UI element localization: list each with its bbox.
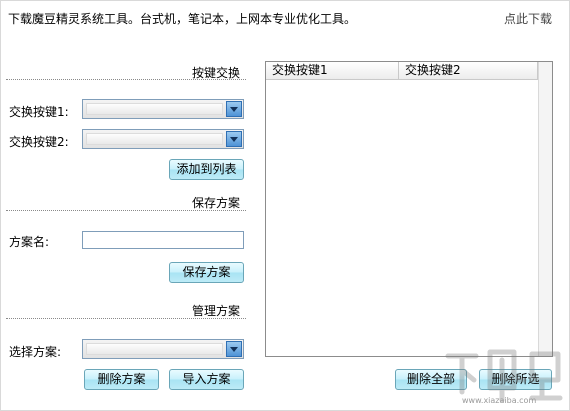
manage-scheme-divider [6, 318, 246, 319]
key2-value [86, 133, 223, 145]
download-link[interactable]: 点此下载 [504, 10, 552, 27]
key1-value [86, 103, 223, 115]
save-scheme-divider [6, 210, 246, 211]
delete-scheme-button[interactable]: 删除方案 [84, 369, 159, 390]
scheme-name-label: 方案名: [9, 235, 50, 249]
key2-combobox[interactable] [82, 129, 244, 149]
swap-list[interactable]: 交换按键1 交换按键2 [265, 61, 553, 357]
key1-combobox[interactable] [82, 99, 244, 119]
chevron-down-icon[interactable] [226, 341, 242, 357]
column-header-key2[interactable]: 交换按键2 [399, 62, 538, 80]
save-scheme-title: 保存方案 [192, 196, 241, 210]
column-header-key1[interactable]: 交换按键1 [266, 62, 399, 80]
key2-label: 交换按键2: [9, 135, 69, 149]
manage-scheme-title: 管理方案 [192, 304, 241, 318]
add-to-list-button[interactable]: 添加到列表 [169, 159, 244, 180]
key-swap-divider [6, 79, 246, 80]
chevron-down-icon[interactable] [226, 101, 242, 117]
select-scheme-combobox[interactable] [82, 339, 244, 359]
swap-list-header: 交换按键1 交换按键2 [266, 62, 538, 80]
header-description: 下载魔豆精灵系统工具。台式机，笔记本，上网本专业优化工具。 [8, 12, 357, 26]
chevron-down-icon[interactable] [226, 131, 242, 147]
select-scheme-value [86, 343, 223, 355]
key1-label: 交换按键1: [9, 105, 69, 119]
scheme-name-input[interactable] [82, 231, 244, 249]
watermark-url: www.xiazaiba.com [462, 396, 537, 405]
list-scrollbar[interactable] [538, 62, 552, 356]
save-scheme-button[interactable]: 保存方案 [169, 262, 244, 283]
import-scheme-button[interactable]: 导入方案 [169, 369, 244, 390]
select-scheme-label: 选择方案: [9, 345, 62, 359]
